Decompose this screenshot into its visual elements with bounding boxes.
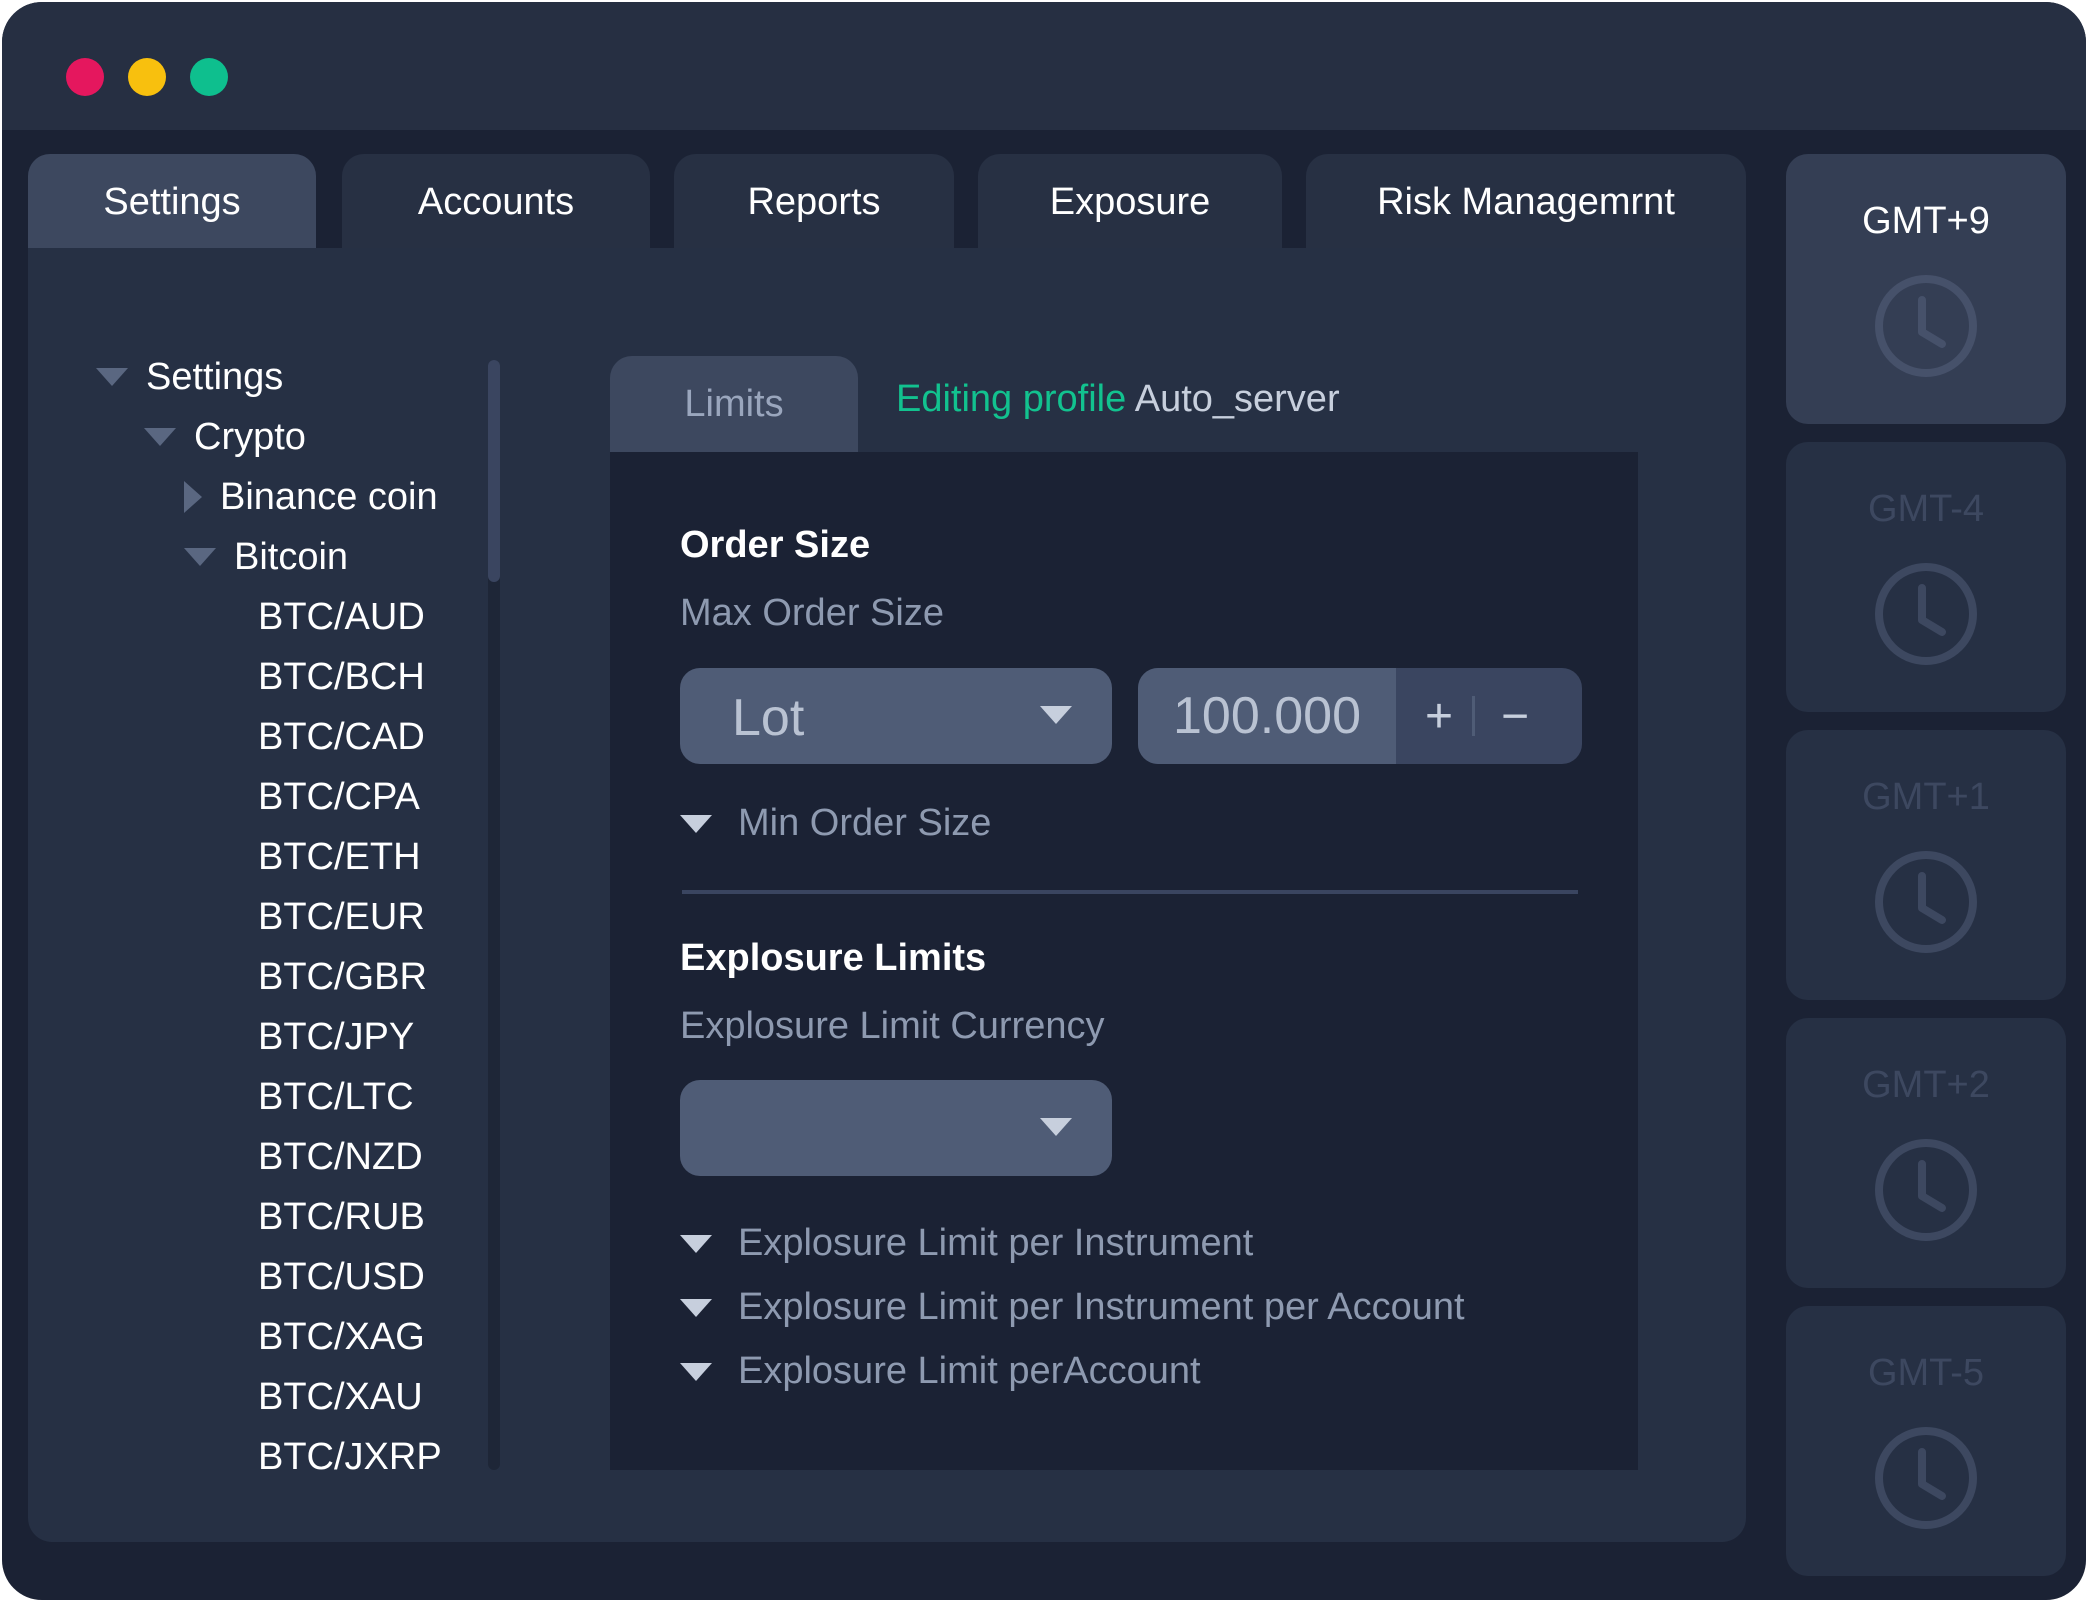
caret-down-icon — [680, 1362, 712, 1381]
clock-icon — [1875, 1427, 1977, 1529]
tree-node-settings[interactable]: Settings — [96, 352, 283, 402]
timezone-card-gmt-plus-1[interactable]: GMT+1 — [1786, 730, 2066, 1000]
caret-down-icon — [680, 1298, 712, 1317]
exposure-limit-currency-label: Explosure Limit Currency — [680, 1005, 1105, 1047]
tree-leaf-pair[interactable]: BTC/USD — [258, 1252, 425, 1302]
timezone-card-gmt-minus-5[interactable]: GMT-5 — [1786, 1306, 2066, 1576]
tree-scrollbar-thumb[interactable] — [488, 360, 500, 582]
tree-leaf-pair[interactable]: BTC/AUD — [258, 592, 425, 642]
tree-node-label: Settings — [146, 355, 284, 398]
tab-exposure[interactable]: Exposure — [978, 154, 1282, 250]
maximize-window-button[interactable] — [190, 58, 228, 96]
timezone-label: GMT-5 — [1867, 1352, 1985, 1394]
tree-leaf-pair[interactable]: BTC/ETH — [258, 832, 421, 882]
tree-leaf-pair[interactable]: BTC/JXRP — [258, 1432, 442, 1482]
clock-icon — [1875, 275, 1977, 377]
tab-limits[interactable]: Limits — [610, 356, 858, 452]
editing-profile-name: Auto_server — [1134, 378, 1340, 420]
tab-settings[interactable]: Settings — [28, 154, 316, 250]
exposure-currency-select[interactable] — [680, 1080, 1112, 1176]
tree-leaf-pair[interactable]: BTC/LTC — [258, 1072, 414, 1122]
app-window: Settings Accounts Reports Exposure Risk … — [2, 2, 2086, 1600]
tab-reports[interactable]: Reports — [674, 154, 954, 250]
clock-icon — [1875, 563, 1977, 665]
tree-leaf-pair[interactable]: BTC/XAU — [258, 1372, 423, 1422]
caret-down-icon — [680, 1234, 712, 1253]
dropdown-arrow-icon — [1040, 1118, 1072, 1136]
caret-down-icon — [144, 428, 176, 446]
min-order-size-toggle[interactable]: Min Order Size — [680, 802, 991, 845]
exposure-limits-heading: Explosure Limits — [680, 937, 987, 979]
exposure-per-instrument-account-label: Explosure Limit per Instrument per Accou… — [738, 1286, 1465, 1328]
caret-down-icon — [96, 368, 128, 386]
tree-leaf-pair[interactable]: BTC/NZD — [258, 1132, 423, 1182]
caret-down-icon — [184, 548, 216, 566]
tree-leaf-pair[interactable]: BTC/XAG — [258, 1312, 425, 1362]
timezone-label: GMT+1 — [1862, 776, 1990, 818]
tree-leaf-pair[interactable]: BTC/RUB — [258, 1192, 425, 1242]
stepper-divider — [1472, 696, 1475, 736]
tree-node-label: Crypto — [194, 415, 306, 458]
exposure-per-account-label: Explosure Limit perAccount — [738, 1350, 1201, 1392]
timezone-card-gmt-minus-4[interactable]: GMT-4 — [1786, 442, 2066, 712]
tree-node-bitcoin[interactable]: Bitcoin — [184, 532, 348, 582]
order-unit-select[interactable]: Lot — [680, 668, 1112, 764]
dropdown-arrow-icon — [1040, 706, 1072, 724]
max-order-size-label: Max Order Size — [680, 592, 944, 634]
clock-icon — [1875, 1139, 1977, 1241]
timezone-card-gmt-plus-9[interactable]: GMT+9 — [1786, 154, 2066, 424]
timezone-card-gmt-plus-2[interactable]: GMT+2 — [1786, 1018, 2066, 1288]
exposure-per-instrument-label: Explosure Limit per Instrument — [738, 1222, 1254, 1264]
editing-profile-prefix: Editing profile — [896, 378, 1127, 420]
order-unit-value: Lot — [732, 689, 805, 747]
title-bar — [2, 2, 2086, 130]
max-order-size-input[interactable]: 100.000 — [1138, 668, 1396, 764]
minimize-window-button[interactable] — [128, 58, 166, 96]
tree-leaf-pair[interactable]: BTC/BCH — [258, 652, 425, 702]
tab-risk-management[interactable]: Risk Managemrnt — [1306, 154, 1746, 250]
caret-right-icon — [184, 481, 202, 513]
timezone-label: GMT-4 — [1867, 488, 1985, 530]
tree-node-label: Binance coin — [220, 475, 438, 518]
tree-leaf-pair[interactable]: BTC/GBR — [258, 952, 427, 1002]
tree-leaf-pair[interactable]: BTC/CAD — [258, 712, 425, 762]
exposure-per-instrument-account-toggle[interactable]: Explosure Limit per Instrument per Accou… — [680, 1286, 1465, 1329]
tab-accounts[interactable]: Accounts — [342, 154, 650, 250]
timezone-label: GMT+9 — [1862, 200, 1990, 242]
caret-down-icon — [680, 814, 712, 833]
clock-icon — [1875, 851, 1977, 953]
exposure-per-instrument-toggle[interactable]: Explosure Limit per Instrument — [680, 1222, 1253, 1265]
tree-leaf-pair[interactable]: BTC/EUR — [258, 892, 425, 942]
order-size-heading: Order Size — [680, 524, 871, 566]
min-order-size-label: Min Order Size — [738, 802, 992, 844]
tree-node-binance-coin[interactable]: Binance coin — [184, 472, 438, 522]
timezone-label: GMT+2 — [1862, 1064, 1990, 1106]
section-divider — [682, 890, 1578, 894]
tree-leaf-pair[interactable]: BTC/CPA — [258, 772, 420, 822]
decrement-button[interactable]: − — [1480, 668, 1550, 764]
increment-button[interactable]: + — [1404, 668, 1474, 764]
tree-leaf-pair[interactable]: BTC/JPY — [258, 1012, 414, 1062]
tree-node-crypto[interactable]: Crypto — [144, 412, 306, 462]
tree-node-label: Bitcoin — [234, 535, 349, 578]
max-order-size-stepper[interactable]: 100.000 + − — [1138, 668, 1582, 764]
editing-profile-label: Editing profile Auto_server — [896, 378, 1340, 421]
close-window-button[interactable] — [66, 58, 104, 96]
exposure-per-account-toggle[interactable]: Explosure Limit perAccount — [680, 1350, 1201, 1393]
